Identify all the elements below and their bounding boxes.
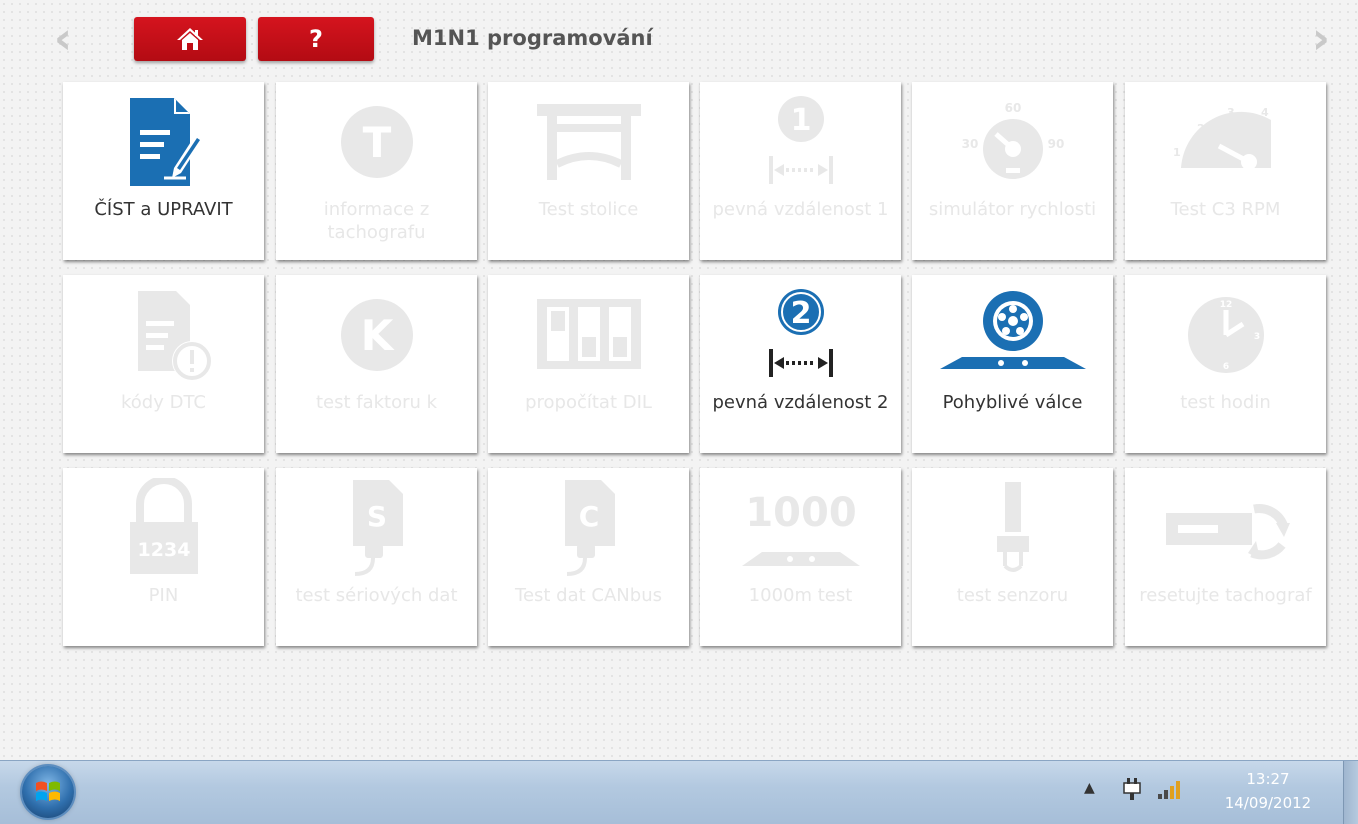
dil-switch-icon	[514, 285, 664, 385]
tile-rolling-road[interactable]: Pohyblivé válce	[912, 275, 1113, 453]
show-desktop-button[interactable]	[1343, 761, 1358, 824]
dtc-codes-icon	[89, 285, 239, 385]
tile-sensor-test[interactable]: test senzoru	[912, 468, 1113, 646]
taskbar: ▲ 13:27 14/09/2012	[0, 760, 1358, 824]
tile-test-bench[interactable]: Test stolice	[488, 82, 689, 260]
tile-label: pevná vzdálenost 1	[712, 199, 889, 220]
tile-label: test senzoru	[956, 585, 1069, 606]
previous-page-arrow[interactable]: ‹	[48, 16, 78, 62]
tile-label: pevná vzdálenost 2	[712, 392, 889, 413]
fixed-distance-1-icon: 1	[726, 92, 876, 192]
tile-label: test hodin	[1180, 392, 1271, 413]
speed-simulator-icon: 60 30 90	[938, 92, 1088, 192]
tile-c3-rpm[interactable]: 1 2 3 4 Test C3 RPM	[1125, 82, 1326, 260]
speed-label-90: 90	[1047, 137, 1064, 151]
speed-label-30: 30	[961, 137, 978, 151]
tile-speed-simulator[interactable]: 60 30 90 simulátor rychlosti	[912, 82, 1113, 260]
tile-fixed-distance-1[interactable]: 1 pevná vzdálenost 1	[700, 82, 901, 260]
canbus-data-icon: C	[514, 478, 664, 578]
reset-tachograph-icon	[1151, 478, 1301, 578]
tile-read-edit[interactable]: ČÍST a UPRAVIT	[63, 82, 264, 260]
rpm-label-3: 3	[1227, 106, 1235, 119]
tile-clock-test[interactable]: 12 3 6 test hodin	[1125, 275, 1326, 453]
clock-icon: 12 3 6	[1151, 285, 1301, 385]
clock-display[interactable]: 13:27 14/09/2012	[1212, 767, 1324, 815]
tile-tachograph-info[interactable]: T informace z tachografu	[276, 82, 477, 260]
k-factor-icon: K	[302, 285, 452, 385]
serial-data-icon: S	[302, 478, 452, 578]
page-title: M1N1 programování	[412, 26, 653, 50]
tile-label: Test C3 RPM	[1170, 199, 1281, 220]
clock-label-6: 6	[1222, 362, 1228, 372]
clock-label-3: 3	[1253, 332, 1259, 342]
rpm-label-1: 1	[1173, 146, 1181, 159]
pin-lock-icon: 1234	[89, 478, 239, 578]
icon-letter: C	[578, 500, 599, 533]
icon-letter: K	[360, 311, 394, 360]
tile-1000m-test[interactable]: 1000 1000m test	[700, 468, 901, 646]
rpm-gauge-icon: 1 2 3 4	[1151, 92, 1301, 192]
tile-label: test sériových dat	[295, 585, 458, 606]
show-hidden-icons-button[interactable]: ▲	[1084, 780, 1095, 796]
tile-reset-tachograph[interactable]: resetujte tachograf	[1125, 468, 1326, 646]
fixed-distance-2-icon: 2	[726, 285, 876, 385]
read-edit-document-icon	[89, 92, 239, 192]
tile-label: simulátor rychlosti	[928, 199, 1097, 220]
power-plug-icon[interactable]	[1121, 777, 1143, 805]
tile-label: PIN	[148, 585, 179, 606]
sensor-icon	[938, 478, 1088, 578]
tile-dtc-codes[interactable]: kódy DTC	[63, 275, 264, 453]
icon-letter: T	[362, 118, 391, 167]
rpm-label-4: 4	[1261, 106, 1269, 119]
clock-label-12: 12	[1219, 300, 1232, 310]
tile-canbus-data[interactable]: C Test dat CANbus	[488, 468, 689, 646]
start-button[interactable]	[22, 766, 74, 818]
icon-number: 1	[790, 103, 811, 138]
rpm-label-2: 2	[1197, 122, 1205, 135]
clock-time: 13:27	[1246, 770, 1290, 788]
network-signal-icon[interactable]	[1157, 778, 1181, 804]
rolling-road-icon	[938, 285, 1088, 385]
tile-label: Test dat CANbus	[515, 585, 662, 606]
test-bench-icon	[514, 92, 664, 192]
tile-pin[interactable]: 1234 PIN	[63, 468, 264, 646]
home-icon	[177, 28, 203, 50]
tile-label: ČÍST a UPRAVIT	[94, 199, 233, 220]
tile-k-factor[interactable]: K test faktoru k	[276, 275, 477, 453]
home-button[interactable]	[134, 17, 246, 61]
icon-letter: S	[366, 500, 386, 533]
tile-label: kódy DTC	[121, 392, 206, 413]
tile-label: Pohyblivé válce	[942, 392, 1083, 413]
speed-label-60: 60	[1004, 101, 1021, 115]
tile-label: test faktoru k	[315, 392, 438, 413]
1000m-test-icon: 1000	[726, 478, 876, 578]
tile-fixed-distance-2[interactable]: 2 pevná vzdálenost 2	[700, 275, 901, 453]
tile-label: Test stolice	[538, 199, 639, 220]
tile-dil-calc[interactable]: propočítat DIL	[488, 275, 689, 453]
distance-number: 1000	[745, 490, 856, 536]
tile-label: propočítat DIL	[525, 392, 652, 413]
tachograph-info-icon: T	[302, 92, 452, 192]
tile-label: resetujte tachograf	[1139, 585, 1312, 606]
pin-digits: 1234	[137, 539, 190, 561]
help-button-label: ?	[309, 25, 323, 53]
icon-number: 2	[790, 296, 811, 331]
help-button[interactable]: ?	[258, 17, 374, 61]
next-page-arrow[interactable]: ›	[1306, 16, 1336, 62]
clock-date: 14/09/2012	[1224, 794, 1312, 812]
tile-label: 1000m test	[748, 585, 853, 606]
tile-label: informace z tachografu	[323, 199, 430, 243]
tile-serial-data[interactable]: S test sériových dat	[276, 468, 477, 646]
windows-logo-icon	[36, 781, 60, 801]
